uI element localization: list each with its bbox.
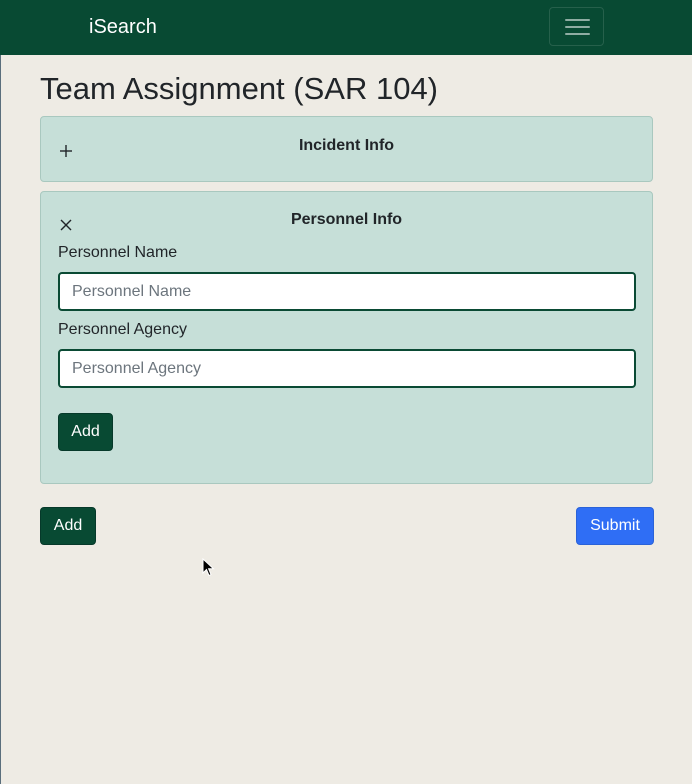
hamburger-icon-middle-bar bbox=[565, 26, 590, 28]
personnel-agency-label: Personnel Agency bbox=[58, 321, 187, 338]
personnel-name-label: Personnel Name bbox=[58, 244, 178, 261]
add-personnel-button[interactable]: Add bbox=[58, 413, 113, 451]
top-navbar: iSearch bbox=[0, 0, 692, 55]
personnel-info-card: Personnel Info Personnel Name Personnel … bbox=[40, 191, 653, 484]
navbar-toggle-button[interactable] bbox=[549, 7, 604, 46]
incident-info-title: Incident Info bbox=[298, 137, 395, 154]
personnel-agency-input[interactable] bbox=[58, 349, 636, 388]
hamburger-icon-bottom-bar bbox=[565, 33, 590, 35]
personnel-name-input[interactable] bbox=[58, 272, 636, 311]
page-title: Team Assignment (SAR 104) bbox=[40, 71, 439, 106]
add-section-button[interactable]: Add bbox=[40, 507, 96, 545]
personnel-info-title: Personnel Info bbox=[290, 211, 403, 228]
brand-link[interactable]: iSearch bbox=[89, 15, 157, 39]
mouse-pointer-icon bbox=[202, 557, 216, 578]
submit-button[interactable]: Submit bbox=[576, 507, 654, 545]
incident-info-card: Incident Info bbox=[40, 116, 653, 182]
window-edge bbox=[0, 55, 1, 784]
hamburger-icon bbox=[565, 19, 590, 21]
